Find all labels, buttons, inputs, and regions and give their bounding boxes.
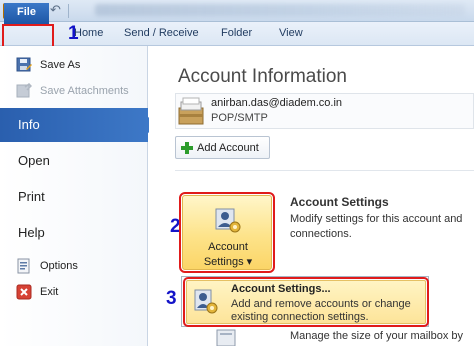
menu-item-title: Account Settings...	[231, 283, 331, 295]
mailbox-icon	[177, 96, 205, 126]
nav-help[interactable]: Help	[18, 225, 45, 240]
account-settings-button[interactable]: Account Settings ▾	[179, 192, 275, 273]
save-attachments-command: Save Attachments	[16, 82, 129, 100]
exit-icon	[16, 284, 32, 300]
save-attachments-icon	[16, 83, 33, 99]
add-account-label: Add Account	[197, 141, 259, 154]
menu-item-account-settings[interactable]: Account Settings... Add and remove accou…	[183, 277, 429, 327]
mailbox-cleanup-text: Manage the size of your mailbox by	[290, 330, 464, 342]
tab-folder[interactable]: Folder	[221, 27, 252, 39]
tab-send-receive[interactable]: Send / Receive	[124, 27, 199, 39]
add-account-button[interactable]: Add Account	[175, 136, 270, 159]
step-number-3: 3	[166, 288, 177, 309]
exit-command[interactable]: Exit	[16, 283, 58, 301]
options-command[interactable]: Options	[16, 257, 78, 275]
account-settings-button-line2: Settings ▾	[203, 256, 253, 268]
step-number-2: 2	[170, 216, 181, 237]
page-title: Account Information	[178, 66, 347, 87]
section-divider	[175, 170, 474, 171]
save-attachments-label: Save Attachments	[40, 85, 129, 97]
save-as-command[interactable]: Save As	[16, 56, 80, 74]
options-icon	[16, 258, 32, 274]
account-settings-title: Account Settings	[290, 195, 389, 209]
exit-label: Exit	[40, 286, 59, 298]
account-settings-menu: Account Settings... Add and remove accou…	[181, 276, 429, 327]
nav-open[interactable]: Open	[18, 153, 50, 168]
account-settings-menu-icon	[193, 287, 219, 315]
step-number-1: 1	[68, 23, 79, 44]
account-settings-button-line1: Account	[208, 241, 248, 253]
qat-separator	[68, 4, 69, 18]
plus-icon	[181, 141, 193, 154]
save-as-icon	[16, 57, 32, 73]
account-email: anirban.das@diadem.co.in	[211, 97, 343, 109]
save-as-label: Save As	[40, 59, 81, 71]
tab-file[interactable]: File	[4, 3, 49, 24]
nav-info[interactable]: Info	[0, 108, 157, 142]
tab-view[interactable]: View	[279, 27, 303, 39]
dropdown-arrow-icon: ▾	[246, 256, 253, 268]
account-settings-icon	[213, 206, 243, 234]
window-title-blurred	[95, 4, 465, 16]
title-bar: O ↶	[0, 0, 474, 22]
options-label: Options	[40, 260, 78, 272]
menu-item-description: Add and remove accounts or change existi…	[231, 298, 411, 323]
mailbox-cleanup-icon	[214, 328, 238, 347]
account-settings-description: Modify settings for this account and con…	[290, 213, 463, 240]
nav-print[interactable]: Print	[18, 189, 45, 204]
undo-icon[interactable]: ↶	[50, 2, 61, 18]
account-type: POP/SMTP	[211, 112, 268, 124]
